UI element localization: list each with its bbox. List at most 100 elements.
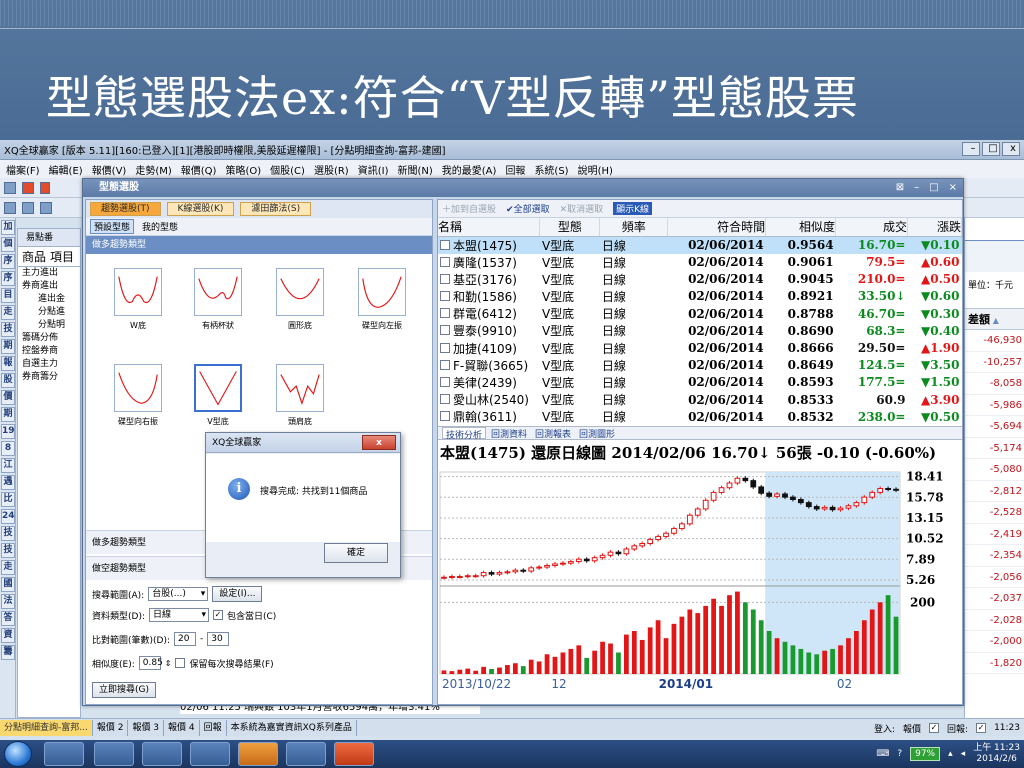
compare-to-input[interactable]: 30 <box>207 632 230 646</box>
side-quick-button[interactable]: 價 <box>1 390 15 405</box>
include-today-checkbox[interactable]: ✓ <box>213 610 223 620</box>
reply-checkbox[interactable]: ✓ <box>976 723 987 733</box>
side-quick-button[interactable]: 技 <box>1 543 15 558</box>
tree-item[interactable]: 券商進出 <box>18 280 80 293</box>
tab-product[interactable]: 商品 <box>22 247 46 266</box>
row-checkbox[interactable] <box>440 342 450 353</box>
menu-item[interactable]: 策略(O) <box>225 162 261 177</box>
search-now-button[interactable]: 立即搜尋(G) <box>92 682 156 698</box>
similarity-input[interactable]: 0.85 <box>138 656 163 670</box>
menu-item[interactable]: 資訊(I) <box>358 162 389 177</box>
column-header[interactable]: 符合時間 <box>667 218 767 237</box>
side-quick-button[interactable]: 股 <box>1 373 15 388</box>
row-checkbox[interactable] <box>440 394 450 405</box>
table-row[interactable]: 和勤(1586) V型底 日線 02/06/2014 0.8921 33.50↓ ▼0.60 <box>438 288 962 305</box>
tab-filter[interactable]: 濾田篩法(S) <box>240 202 312 216</box>
table-row[interactable]: 豐泰(9910) V型底 日線 02/06/2014 0.8690 68.3= ▼0.40 <box>438 322 962 339</box>
side-quick-button[interactable]: 19 <box>1 424 15 439</box>
column-header[interactable]: 成交 <box>835 218 908 237</box>
my-patterns-button[interactable]: 我的型態 <box>142 220 178 233</box>
side-quick-button[interactable]: 比 <box>1 492 15 507</box>
media-player-icon[interactable] <box>142 742 182 766</box>
row-checkbox[interactable] <box>440 308 450 319</box>
side-quick-button[interactable]: 期 <box>1 339 15 354</box>
document-tab[interactable]: 報價 4 <box>164 719 200 736</box>
side-quick-button[interactable]: 報 <box>1 356 15 371</box>
menu-item[interactable]: 報價(V) <box>92 162 127 177</box>
minimize-icon[interactable]: – <box>962 142 980 156</box>
keyboard-icon[interactable]: ⌨ <box>876 749 889 759</box>
tab-item[interactable]: 項目 <box>50 247 74 266</box>
menu-item[interactable]: 選股(R) <box>314 162 349 177</box>
data-type-select[interactable]: 日線 <box>149 608 209 622</box>
column-header[interactable]: 頻率 <box>599 218 669 237</box>
side-quick-button[interactable]: 技 <box>1 526 15 541</box>
side-quick-button[interactable]: 江 <box>1 458 15 473</box>
settings-button[interactable]: 設定(I)... <box>212 586 263 602</box>
restore-icon[interactable]: □ <box>982 142 1000 156</box>
show-kline-button[interactable]: 顯示K線 <box>613 202 653 215</box>
menu-item[interactable]: 回報 <box>505 162 525 177</box>
menu-item[interactable]: 新聞(N) <box>397 162 432 177</box>
side-quick-button[interactable]: 8 <box>1 441 15 456</box>
table-row[interactable]: 基亞(3176) V型底 日線 02/06/2014 0.9045 210.0= ▲0.50 <box>438 271 962 288</box>
side-quick-button[interactable]: 24 <box>1 509 15 524</box>
ok-button[interactable]: 確定 <box>324 543 388 563</box>
side-quick-button[interactable]: 技 <box>1 322 15 337</box>
document-tab[interactable]: 報價 2 <box>93 719 129 736</box>
home-icon[interactable] <box>22 182 34 194</box>
diff-column-header[interactable]: 差額 ▲ <box>965 308 1024 330</box>
pattern-thumbnail[interactable] <box>114 364 162 412</box>
volume-icon[interactable]: ◂ <box>961 749 966 759</box>
side-quick-button[interactable]: 國 <box>1 577 15 592</box>
column-header[interactable]: 型態 <box>539 218 601 237</box>
side-quick-button[interactable]: 個 <box>1 237 15 252</box>
tab-trend[interactable]: 趨勢選股(T) <box>90 202 161 216</box>
side-quick-button[interactable]: 答 <box>1 611 15 626</box>
deselect-button[interactable]: ✕取消選取 <box>560 202 604 215</box>
side-quick-button[interactable]: 遇 <box>1 475 15 490</box>
xq-app-icon[interactable] <box>286 742 326 766</box>
chart-tab[interactable]: 技術分析 <box>442 427 487 441</box>
copy-icon[interactable] <box>4 202 16 214</box>
document-tab[interactable]: 回報 <box>200 719 227 736</box>
menu-item[interactable]: 走勢(M) <box>135 162 171 177</box>
side-quick-button[interactable]: 期 <box>1 407 15 422</box>
side-quick-button[interactable]: 法 <box>1 594 15 609</box>
paste-icon[interactable] <box>22 202 34 214</box>
tree-item[interactable]: 控盤券商 <box>18 345 80 358</box>
keep-results-checkbox[interactable] <box>175 658 186 668</box>
column-header[interactable]: 漲跌 <box>907 218 963 237</box>
row-checkbox[interactable] <box>440 376 450 387</box>
dialog-maximize-icon[interactable]: □ <box>929 179 938 197</box>
side-quick-button[interactable]: 資 <box>1 628 15 643</box>
side-quick-button[interactable]: 走 <box>1 560 15 575</box>
table-row[interactable]: 鼎翰(3611) V型底 日線 02/06/2014 0.8532 238.0= ▼0.50 <box>438 408 962 425</box>
row-checkbox[interactable] <box>440 239 450 250</box>
menu-item[interactable]: 說明(H) <box>578 162 613 177</box>
pattern-thumbnail[interactable] <box>276 268 324 316</box>
side-quick-button[interactable]: 走 <box>1 305 15 320</box>
row-checkbox[interactable] <box>440 290 450 301</box>
help-icon[interactable]: ? <box>897 749 902 759</box>
new-icon[interactable] <box>4 182 16 194</box>
column-header[interactable]: 名稱 <box>438 218 541 237</box>
tree-item[interactable]: 券商籌分 <box>18 371 80 384</box>
table-row[interactable]: F-貿聯(3665) V型底 日線 02/06/2014 0.8649 124.5= ▼3.… <box>438 357 962 374</box>
side-quick-button[interactable]: 序 <box>1 254 15 269</box>
quote-checkbox[interactable]: ✓ <box>929 723 940 733</box>
back-icon[interactable] <box>40 182 50 194</box>
chart-tab[interactable]: 回測報表 <box>532 427 574 440</box>
select-all-button[interactable]: ✔全部選取 <box>506 202 550 215</box>
document-tab[interactable]: 分點明細查詢-富邦... <box>0 719 93 736</box>
pattern-thumbnail[interactable] <box>194 268 242 316</box>
pattern-thumbnail[interactable] <box>358 268 406 316</box>
table-row[interactable]: 愛山林(2540) V型底 日線 02/06/2014 0.8533 60.9 ▲3.90 <box>438 391 962 408</box>
row-checkbox[interactable] <box>440 256 450 267</box>
tab-kline[interactable]: K線選股(K) <box>166 202 235 216</box>
candlestick-chart[interactable]: 18.41 15.78 13.15 10.52 7.89 5.26 200 2013/10/2… <box>438 462 962 704</box>
chart-tab[interactable]: 回測圖形 <box>576 427 618 440</box>
print-icon[interactable] <box>40 202 52 214</box>
menu-item[interactable]: 編輯(E) <box>49 162 83 177</box>
messagebox-close-button[interactable]: x <box>362 435 396 450</box>
